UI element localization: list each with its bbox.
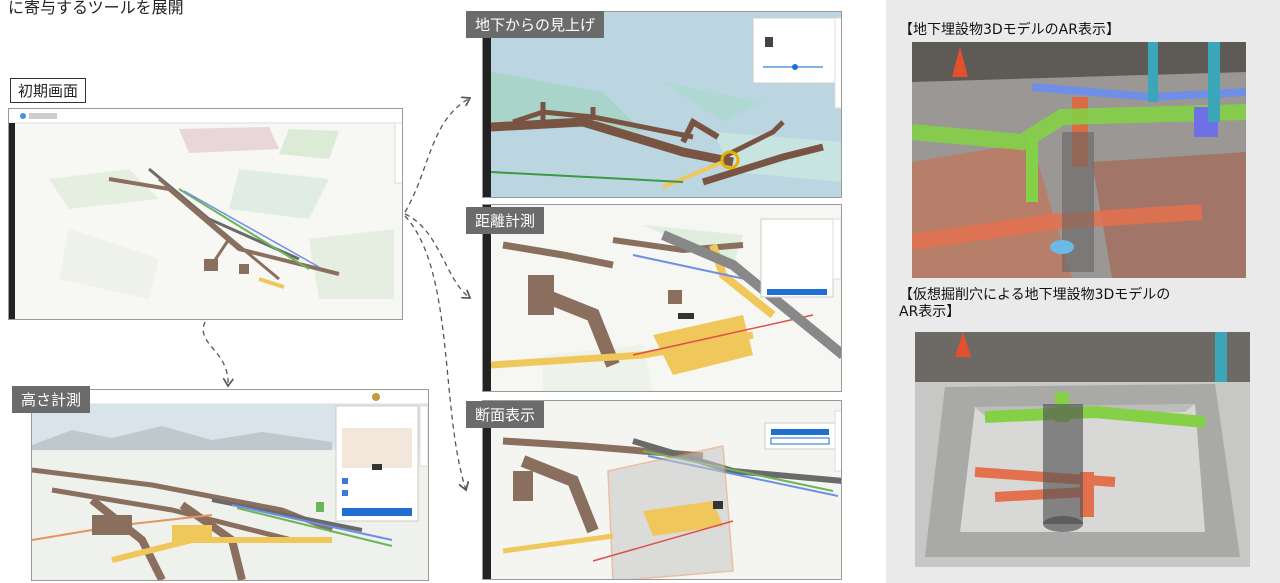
ar-photo-1 [912, 42, 1246, 278]
screenshot-height [31, 389, 429, 581]
ar-caption-1: 【地下埋設物3DモデルのAR表示】 [899, 22, 1120, 38]
label-distance: 距離計測 [466, 207, 545, 234]
label-height: 高さ計測 [12, 386, 91, 413]
ar-photo-2 [915, 332, 1250, 567]
label-section: 断面表示 [466, 401, 545, 428]
screenshot-initial [8, 108, 403, 320]
ar-caption-2-line2: AR表示】 [899, 304, 961, 320]
ar-caption-2-line1: 【仮想掘削穴による地下埋設物3Dモデルの [899, 287, 1171, 303]
label-initial: 初期画面 [10, 78, 87, 103]
ar-panel: 【地下埋設物3DモデルのAR表示】 【仮想掘削穴による地下埋設物3Dモデルの A… [886, 0, 1280, 583]
top-caption: に寄与するツールを展開 [8, 0, 184, 17]
label-look-up: 地下からの見上げ [466, 11, 605, 38]
screenshot-look-up [482, 11, 842, 198]
